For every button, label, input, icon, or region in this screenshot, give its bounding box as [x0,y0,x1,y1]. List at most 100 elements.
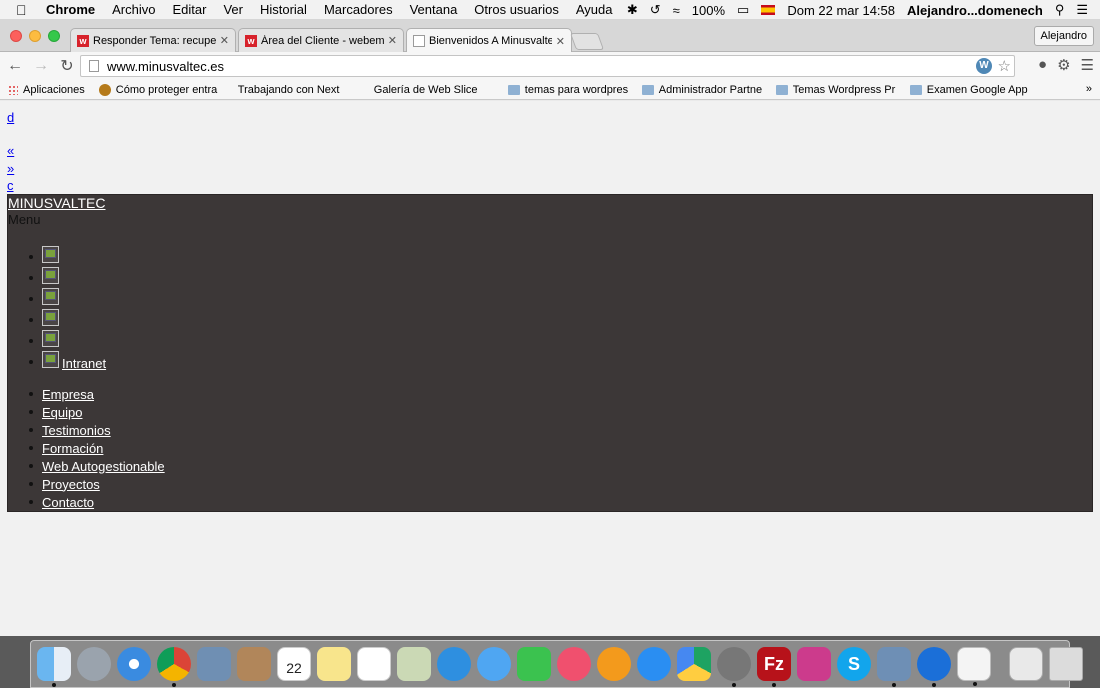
notification-center-icon[interactable]: ☰ [1076,2,1088,18]
bookmark-examen-google-apps[interactable]: Examen Google App [909,84,1028,96]
menu-marcadores[interactable]: Marcadores [324,2,393,17]
menu-ver[interactable]: Ver [223,2,243,17]
bluetooth-icon[interactable]: ✱ [627,2,638,18]
broken-image-icon[interactable] [42,330,59,347]
link-prev[interactable]: « [7,143,14,158]
tab-close-icon[interactable]: ✕ [556,35,565,48]
teamviewer-icon[interactable] [917,647,951,687]
menu-toggle[interactable]: Menu [8,212,41,227]
archive-icon[interactable] [1009,647,1043,681]
user-menu[interactable]: Alejandro...domenech [907,3,1043,18]
virtualbox-icon[interactable] [877,647,911,687]
nav-link-testimonios[interactable]: Testimonios [42,423,111,438]
time-machine-icon[interactable]: ↺ [650,2,661,18]
maps-icon[interactable] [397,647,431,681]
facetime-icon[interactable] [517,647,551,681]
menu-ayuda[interactable]: Ayuda [576,2,613,17]
url-text[interactable]: www.minusvaltec.es [107,59,224,74]
site-brand-link[interactable]: MINUSVALTEC [8,195,106,211]
nav-link-proyectos[interactable]: Proyectos [42,477,100,492]
bookmark-star-icon[interactable]: ☆ [998,57,1011,75]
system-preferences-icon[interactable] [717,647,751,687]
nav-link-contacto[interactable]: Contacto [42,495,94,510]
input-source-flag-icon[interactable] [761,5,776,15]
clock[interactable]: Dom 22 mar 14:58 [787,3,895,18]
textedit-icon[interactable] [957,647,991,686]
tab-bienvenidos[interactable]: Bienvenidos A Minusvaltec ✕ [406,28,572,53]
safari-icon[interactable] [117,647,151,681]
menu-archivo[interactable]: Archivo [112,2,155,17]
menu-app-chrome[interactable]: Chrome [46,2,95,17]
messages-icon[interactable] [477,647,511,681]
icon-menu-item[interactable] [29,263,106,284]
skype-icon[interactable]: S [837,647,871,681]
nav-link-web-autogestionable[interactable]: Web Autogestionable [42,459,165,474]
window-minimize-button[interactable] [29,30,41,42]
broken-image-icon[interactable] [42,267,59,284]
address-bar[interactable]: www.minusvaltec.es W ☆ [80,55,1015,77]
bookmarks-overflow-button[interactable]: » [1086,83,1092,95]
profile-button[interactable]: Alejandro [1033,26,1094,46]
wifi-icon[interactable]: ≈ [673,3,680,18]
apple-menu-icon[interactable]:  [16,2,34,18]
chrome-menu-icon[interactable]: ☰ [1081,56,1094,74]
tab-close-icon[interactable]: ✕ [220,34,229,47]
battery-status[interactable]: 100% [692,3,725,18]
gear-icon[interactable]: ⚙ [1057,56,1070,74]
bookmark-trabajando-next[interactable]: Trabajando con Next [0,84,360,193]
contacts-icon[interactable] [237,647,271,681]
app-store-icon[interactable] [637,647,671,681]
bookmark-como-proteger[interactable]: Cómo proteger entra [98,83,224,96]
window-close-button[interactable] [10,30,22,42]
bookmark-galeria-web-slice[interactable]: Galería de Web Slice [0,84,494,193]
extension-icon[interactable]: ● [1038,56,1047,74]
nav-link-equipo[interactable]: Equipo [42,405,82,420]
broken-image-icon[interactable] [42,246,59,263]
link-d[interactable]: d [7,110,14,125]
mail-icon[interactable] [437,647,471,681]
ibooks-icon[interactable] [597,647,631,681]
tab-area-cliente[interactable]: w Área del Cliente - webemp ✕ [238,28,404,52]
tab-close-icon[interactable]: ✕ [388,34,397,47]
spotlight-icon[interactable]: ⚲ [1055,2,1065,18]
icon-menu-item[interactable] [29,326,106,347]
broken-image-icon[interactable] [42,288,59,305]
photo-booth-icon[interactable] [797,647,831,681]
link-c[interactable]: c [7,178,14,193]
reminders-icon[interactable] [357,647,391,681]
window-zoom-button[interactable] [48,30,60,42]
back-icon[interactable]: ← [4,57,26,75]
itunes-icon[interactable] [557,647,591,681]
bookmark-aplicaciones[interactable]: Aplicaciones [8,84,85,96]
tab-responder-tema[interactable]: w Responder Tema: recupera ✕ [70,28,236,52]
menu-otros-usuarios[interactable]: Otros usuarios [474,2,559,17]
icon-menu-item[interactable] [29,284,106,305]
filezilla-icon[interactable]: Fz [757,647,791,687]
preview-icon[interactable] [197,647,231,681]
finder-icon[interactable] [37,647,71,687]
broken-image-icon[interactable] [42,351,59,368]
google-drive-icon[interactable] [677,647,711,681]
menu-historial[interactable]: Historial [260,2,307,17]
reload-icon[interactable]: ↻ [56,56,78,76]
icon-menu-item[interactable] [29,242,106,263]
broken-image-icon[interactable] [42,309,59,326]
icon-menu-item[interactable] [29,305,106,326]
wordpress-extension-icon[interactable]: W [976,58,992,74]
forward-icon[interactable]: → [30,57,52,75]
nav-link-empresa[interactable]: Empresa [42,387,94,402]
nav-link-formacion[interactable]: Formación [42,441,103,456]
intranet-link[interactable]: Intranet [62,356,106,371]
new-tab-button[interactable] [569,33,605,50]
bookmark-administrador-partner[interactable]: Administrador Partne [641,84,762,96]
bookmark-temas-wordpress[interactable]: temas para wordpres [507,84,628,96]
notes-icon[interactable] [317,647,351,681]
launchpad-icon[interactable] [77,647,111,681]
icon-menu-item-intranet[interactable]: Intranet [29,347,106,371]
chrome-icon[interactable] [157,647,191,687]
calendar-icon[interactable]: 22 [277,647,311,681]
bookmark-temas-wordpress-pro[interactable]: Temas Wordpress Pr [775,84,896,96]
menu-editar[interactable]: Editar [172,2,206,17]
battery-icon[interactable]: ▭ [737,2,749,18]
link-next[interactable]: » [7,161,14,176]
